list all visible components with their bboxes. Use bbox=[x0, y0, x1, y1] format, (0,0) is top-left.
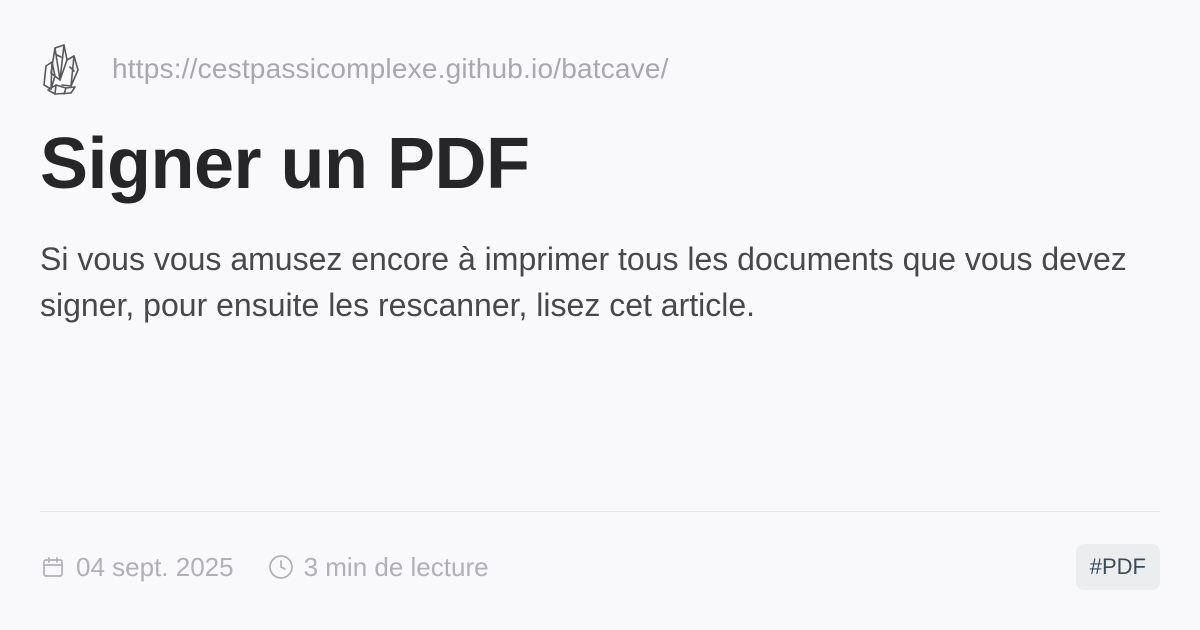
clock-icon bbox=[268, 554, 294, 580]
date-text: 04 sept. 2025 bbox=[76, 551, 234, 582]
site-url[interactable]: https://cestpassicomplexe.github.io/batc… bbox=[112, 53, 669, 85]
article-title: Signer un PDF bbox=[40, 124, 530, 204]
article-description: Si vous vous amusez encore à imprimer to… bbox=[40, 241, 1127, 323]
reading-time-text: 3 min de lecture bbox=[303, 551, 489, 582]
site-header: https://cestpassicomplexe.github.io/batc… bbox=[40, 40, 669, 98]
publication-date: 04 sept. 2025 bbox=[40, 552, 234, 583]
article-meta: 04 sept. 2025 3 min de lecture bbox=[40, 552, 489, 583]
reading-time: 3 min de lecture bbox=[268, 552, 489, 583]
calendar-icon bbox=[40, 554, 66, 580]
crystal-icon[interactable] bbox=[40, 40, 92, 98]
tag-pdf[interactable]: #PDF bbox=[1075, 544, 1160, 590]
divider bbox=[40, 511, 1160, 512]
article-footer: 04 sept. 2025 3 min de lecture #PDF bbox=[40, 544, 1160, 590]
